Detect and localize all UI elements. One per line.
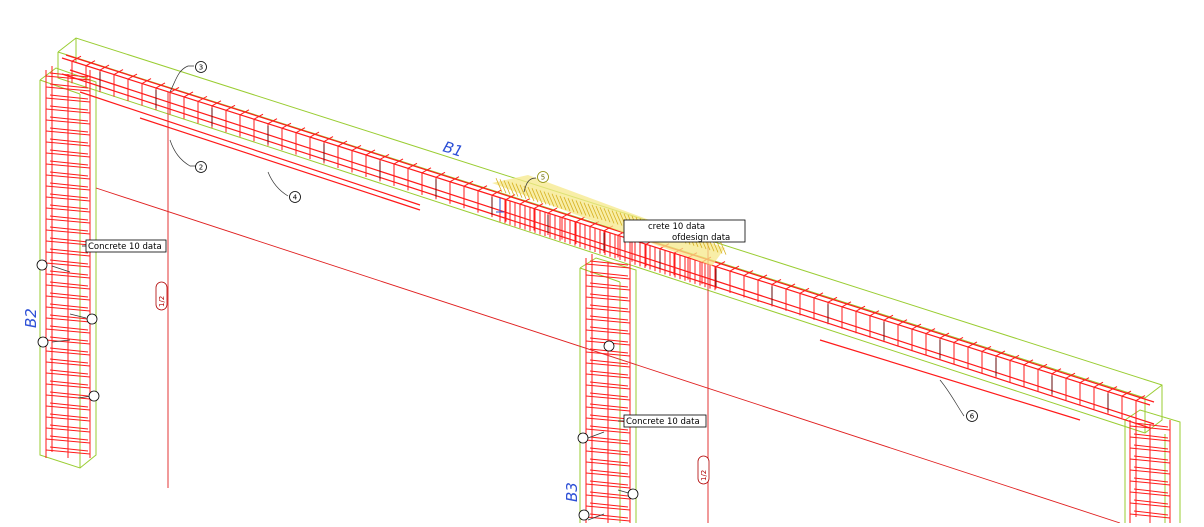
svg-text:Concrete 10 data: Concrete 10 data: [88, 242, 162, 252]
column-tie: [1133, 433, 1169, 439]
svg-text:Concrete 10 data: Concrete 10 data: [626, 417, 700, 427]
column-tie: [1133, 466, 1169, 472]
column-tie: [1133, 510, 1169, 516]
member-label-b2[interactable]: B2: [22, 308, 40, 328]
callout-col-left[interactable]: Concrete 10 data: [82, 239, 167, 253]
svg-text:crete 10 data: crete 10 data: [648, 222, 705, 232]
beam-inner-lines: [99, 72, 1109, 412]
rebar-model-canvas[interactable]: 3 2 4 5 6 1/2 1/2 B1 B2 B3 Concrete 10 d…: [0, 0, 1204, 524]
column-tie: [1133, 477, 1169, 483]
svg-text:5: 5: [541, 174, 545, 182]
svg-text:1/2: 1/2: [158, 296, 166, 307]
callout-col-mid-low[interactable]: Concrete 10 data: [618, 414, 707, 428]
svg-text:1/2: 1/2: [700, 470, 708, 481]
bar-mark-4[interactable]: 4: [289, 191, 301, 203]
column-mid-rebar: [585, 254, 631, 523]
member-label-b1[interactable]: B1: [441, 138, 465, 161]
bar-mark-5[interactable]: 5: [537, 171, 549, 183]
grid-label-left[interactable]: 1/2: [155, 281, 168, 311]
bar-mark-2[interactable]: 2: [195, 161, 207, 173]
callout-col-mid-top[interactable]: crete 10 data ofdesign data: [623, 219, 746, 243]
column-tie: [1133, 499, 1169, 505]
column-right-rebar: [1129, 416, 1171, 523]
bar-mark-6[interactable]: 6: [966, 410, 978, 422]
grid-label-mid[interactable]: 1/2: [697, 455, 710, 485]
drawing-viewport[interactable]: 3 2 4 5 6 1/2 1/2 B1 B2 B3 Concrete 10 d…: [0, 0, 1204, 524]
column-tie: [1133, 444, 1169, 450]
column-tie: [1133, 455, 1169, 461]
member-label-b3[interactable]: B3: [563, 482, 581, 502]
column-mark-bubbles: [36, 259, 639, 521]
svg-text:2: 2: [199, 164, 203, 172]
bar-mark-3[interactable]: 3: [195, 61, 207, 73]
svg-text:4: 4: [293, 194, 298, 202]
svg-text:3: 3: [199, 64, 203, 72]
svg-text:6: 6: [970, 413, 975, 421]
column-tie: [1133, 488, 1169, 494]
column-left-rebar: [45, 66, 91, 458]
svg-text:ofdesign data: ofdesign data: [672, 233, 730, 243]
